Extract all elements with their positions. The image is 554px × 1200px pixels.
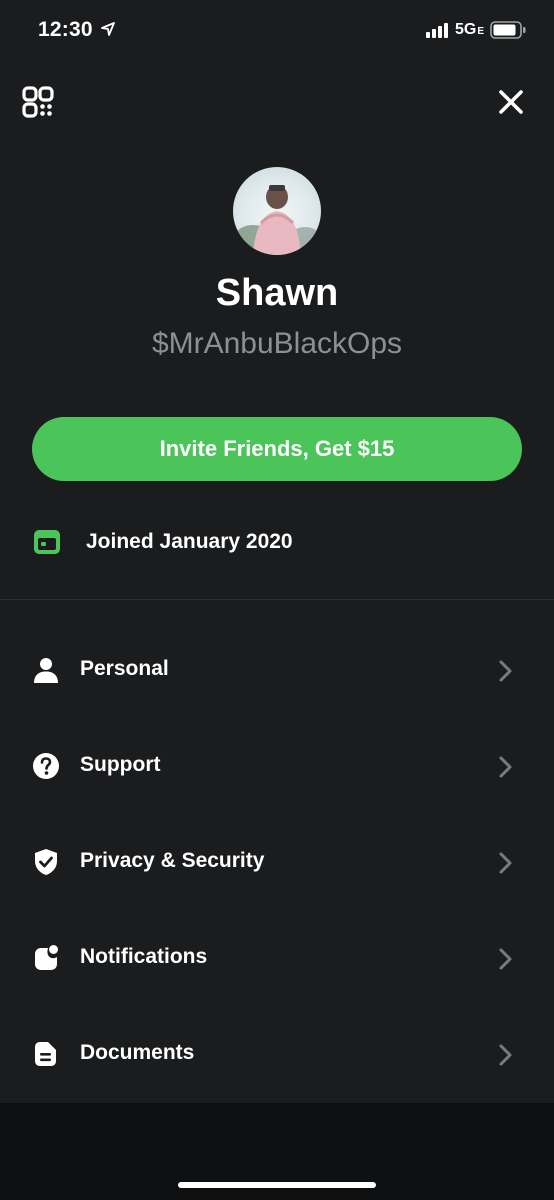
chevron-right-icon (499, 852, 512, 874)
network-suffix: E (477, 26, 485, 37)
joined-row: Joined January 2020 (32, 524, 293, 560)
calendar-icon (34, 530, 60, 554)
chevron-right-icon (499, 756, 512, 778)
question-icon (33, 753, 59, 779)
location-arrow-icon (101, 22, 115, 36)
settings-menu: Personal Support Privacy & Security Noti (0, 622, 554, 1102)
home-indicator[interactable] (178, 1182, 376, 1188)
joined-date: Joined January 2020 (86, 530, 293, 553)
cashtag: $MrAnbuBlackOps (151, 327, 403, 360)
menu-item-documents[interactable]: Documents (0, 1006, 554, 1102)
menu-item-label: Support (80, 753, 161, 776)
divider (0, 599, 554, 600)
menu-item-label: Notifications (80, 945, 208, 968)
chevron-right-icon (499, 1044, 512, 1066)
menu-item-support[interactable]: Support (0, 718, 554, 814)
menu-item-label: Privacy & Security (80, 849, 265, 872)
display-name: Shawn (215, 272, 339, 314)
status-bar: 12:30 5GE (0, 0, 554, 64)
person-icon (34, 658, 58, 683)
document-icon (35, 1042, 56, 1066)
qr-code-icon[interactable] (22, 86, 54, 118)
avatar[interactable] (233, 167, 321, 255)
invite-friends-button[interactable]: Invite Friends, Get $15 (32, 417, 522, 481)
notification-icon (35, 945, 58, 970)
status-time: 12:30 (38, 18, 93, 41)
menu-item-personal[interactable]: Personal (0, 622, 554, 718)
cellular-signal-icon (426, 23, 448, 38)
battery-icon (490, 21, 526, 39)
menu-item-label: Documents (80, 1041, 195, 1064)
shield-check-icon (35, 849, 57, 875)
menu-item-privacy-security[interactable]: Privacy & Security (0, 814, 554, 910)
chevron-right-icon (499, 660, 512, 682)
menu-item-notifications[interactable]: Notifications (0, 910, 554, 1006)
menu-item-label: Personal (80, 657, 169, 680)
network-type: 5GE (455, 21, 484, 39)
chevron-right-icon (499, 948, 512, 970)
network-label: 5G (455, 21, 477, 38)
avatar-photo (235, 185, 321, 255)
close-icon[interactable] (495, 86, 527, 118)
